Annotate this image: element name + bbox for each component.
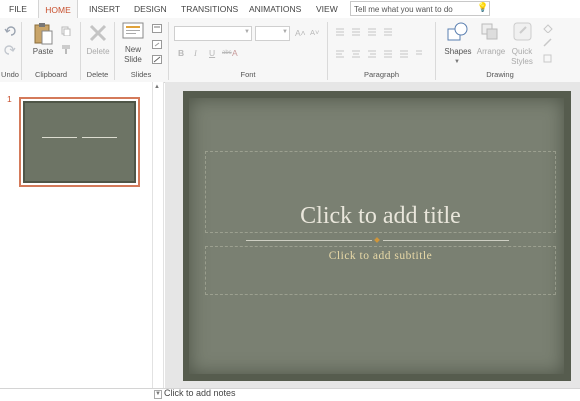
title-placeholder-text: Click to add title	[300, 203, 461, 229]
paste-icon[interactable]	[33, 22, 53, 46]
arrange-icon[interactable]	[479, 21, 501, 43]
quick-styles-button[interactable]: Quick Styles	[506, 47, 538, 67]
chevron-down-icon: ▼	[454, 59, 460, 65]
quick-styles-icon[interactable]	[512, 21, 534, 43]
shrink-font-icon[interactable]: A˅	[310, 28, 319, 37]
format-painter-icon[interactable]	[61, 44, 71, 54]
tab-animations[interactable]: ANIMATIONS	[249, 0, 301, 18]
group-label-clipboard: Clipboard	[34, 70, 68, 79]
undo-icon[interactable]	[4, 26, 16, 36]
shape-effects-icon[interactable]	[542, 53, 554, 63]
paragraph-tools	[336, 28, 422, 58]
tell-me-input[interactable]: Tell me what you want to do	[350, 1, 490, 16]
quick-styles-label-line-1: Quick	[511, 47, 533, 56]
group-label-drawing: Drawing	[486, 70, 514, 79]
delete-button[interactable]: Delete	[83, 47, 113, 56]
slide-thumbnail[interactable]	[19, 97, 140, 187]
paste-button[interactable]: Paste	[30, 47, 56, 56]
ribbon: Undo Paste Clipboard Delete Delete New Sl…	[0, 18, 580, 83]
shapes-button[interactable]: Shapes	[441, 47, 475, 56]
notes-pane[interactable]	[0, 388, 580, 401]
slide-thumbnail-preview	[23, 101, 136, 183]
shape-fill-icon[interactable]	[542, 23, 554, 33]
italic-button[interactable]: I	[194, 48, 197, 58]
font-color-button[interactable]: A	[232, 48, 238, 58]
shape-outline-icon[interactable]	[542, 38, 554, 48]
group-label-slides: Slides	[130, 70, 152, 79]
slide-canvas[interactable]: Click to add title Click to add subtitle	[183, 91, 571, 381]
redo-icon[interactable]	[4, 45, 16, 55]
font-name-select[interactable]: ▼	[174, 26, 252, 41]
title-placeholder[interactable]: Click to add title	[205, 151, 556, 233]
arrange-button[interactable]: Arrange	[474, 47, 508, 56]
layout-icon[interactable]	[152, 24, 162, 33]
title-rule-right	[383, 240, 509, 241]
subtitle-placeholder[interactable]: Click to add subtitle	[205, 246, 556, 295]
thumbnail-scrollbar[interactable]	[152, 82, 164, 388]
new-slide-icon[interactable]	[122, 22, 144, 40]
reset-icon[interactable]	[152, 40, 162, 49]
bold-button[interactable]: B	[178, 48, 184, 58]
thumbnail-rule-left	[42, 137, 78, 139]
copy-icon[interactable]	[61, 26, 71, 36]
subtitle-placeholder-text: Click to add subtitle	[328, 250, 433, 262]
strikethrough-button[interactable]: abc	[222, 50, 232, 56]
thumbnail-rule-right	[81, 137, 117, 139]
shapes-icon[interactable]	[446, 21, 470, 43]
lightbulb-icon: 💡	[477, 2, 489, 12]
slide-number: 1	[7, 94, 12, 104]
new-slide-label-line-1: New	[124, 45, 141, 54]
tab-file[interactable]: FILE	[9, 0, 27, 18]
new-slide-button[interactable]: New Slide	[119, 45, 147, 65]
notes-chevron-icon[interactable]: ▼	[154, 390, 162, 399]
quick-styles-label-line-2: Styles	[511, 57, 533, 66]
grow-font-icon[interactable]: A˄	[295, 28, 306, 38]
tab-home[interactable]: HOME	[38, 0, 78, 19]
delete-icon[interactable]	[88, 23, 108, 43]
group-label-font: Font	[240, 70, 256, 79]
font-size-select[interactable]: ▼	[255, 26, 290, 41]
group-label-undo: Undo	[1, 70, 19, 79]
group-label-paragraph: Paragraph	[363, 70, 400, 79]
chevron-down-icon: ▼	[244, 29, 250, 35]
chevron-down-icon: ▼	[282, 29, 288, 35]
tab-insert[interactable]: INSERT	[89, 0, 120, 18]
underline-button[interactable]: U	[209, 48, 215, 58]
notes-placeholder[interactable]: Click to add notes	[164, 388, 236, 399]
section-icon[interactable]	[152, 55, 162, 64]
new-slide-label-line-2: Slide	[124, 55, 142, 64]
tab-view[interactable]: VIEW	[316, 0, 338, 18]
scroll-up-icon[interactable]: ▲	[154, 84, 160, 90]
tab-design[interactable]: DESIGN	[134, 0, 167, 18]
ribbon-tabs: FILE HOME INSERT DESIGN TRANSITIONS ANIM…	[0, 0, 580, 19]
title-rule-left	[246, 240, 372, 241]
tab-transitions[interactable]: TRANSITIONS	[181, 0, 238, 18]
group-label-delete: Delete	[86, 70, 109, 79]
